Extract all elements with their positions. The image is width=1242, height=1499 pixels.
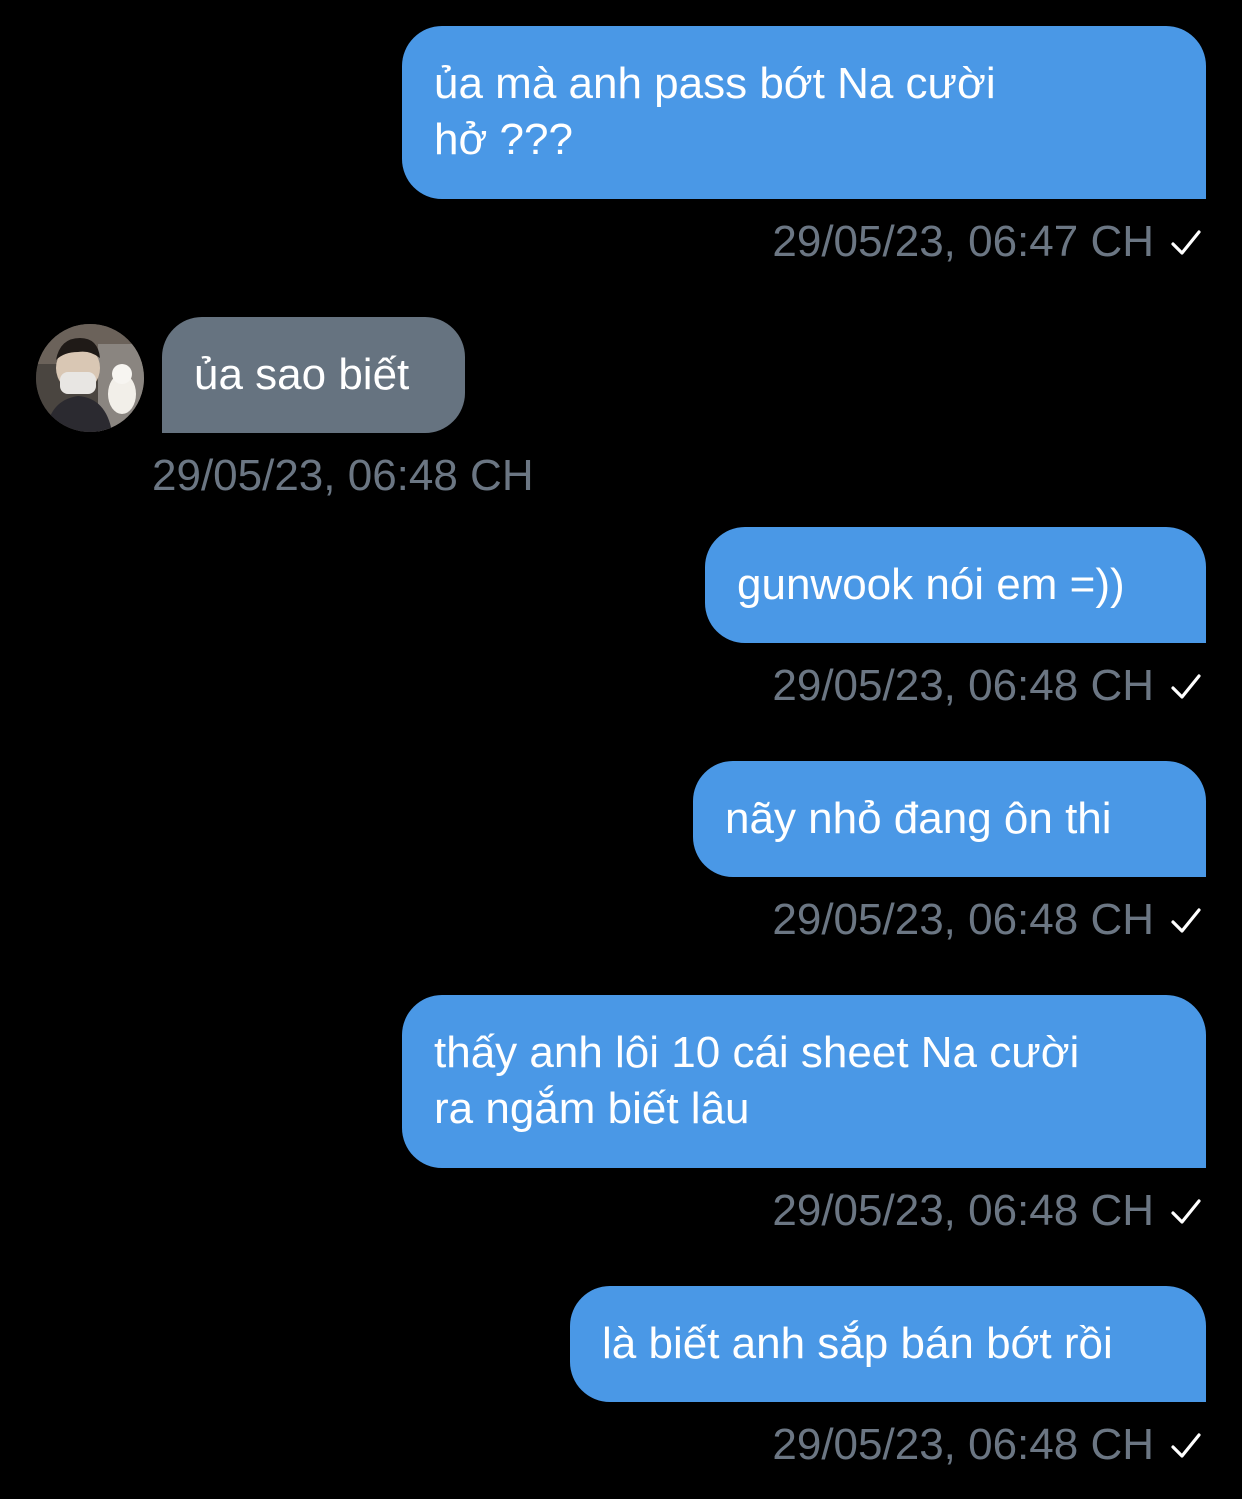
timestamp-text: 29/05/23, 06:48 CH: [772, 1186, 1154, 1235]
message-bubble-outgoing[interactable]: gunwook nói em =)): [705, 527, 1206, 643]
checkmark-icon: [1171, 1433, 1201, 1458]
avatar-photo-icon: [36, 324, 144, 432]
message-timestamp: 29/05/23, 06:48 CH: [772, 1186, 1202, 1236]
message-timestamp: 29/05/23, 06:48 CH: [152, 451, 534, 500]
checkmark-icon: [1171, 674, 1201, 699]
timestamp-text: 29/05/23, 06:48 CH: [772, 661, 1154, 710]
timestamp-text: 29/05/23, 06:48 CH: [772, 1420, 1154, 1469]
message-bubble-outgoing[interactable]: ủa mà anh pass bớt Na cười hở ???: [402, 26, 1206, 199]
message-bubble-outgoing[interactable]: thấy anh lôi 10 cái sheet Na cười ra ngắ…: [402, 995, 1206, 1168]
message-timestamp: 29/05/23, 06:48 CH: [772, 1420, 1202, 1470]
timestamp-text: 29/05/23, 06:48 CH: [772, 895, 1154, 944]
message-bubble-outgoing[interactable]: là biết anh sắp bán bớt rồi: [570, 1286, 1206, 1402]
message-timestamp: 29/05/23, 06:47 CH: [772, 217, 1202, 267]
checkmark-icon: [1171, 908, 1201, 933]
user-avatar[interactable]: [36, 324, 144, 432]
checkmark-icon: [1171, 1199, 1201, 1224]
message-timestamp: 29/05/23, 06:48 CH: [772, 895, 1202, 945]
message-bubble-incoming[interactable]: ủa sao biết: [162, 317, 465, 433]
timestamp-text: 29/05/23, 06:47 CH: [772, 217, 1154, 266]
checkmark-icon: [1171, 230, 1201, 255]
message-bubble-outgoing[interactable]: nãy nhỏ đang ôn thi: [693, 761, 1206, 877]
message-timestamp: 29/05/23, 06:48 CH: [772, 661, 1202, 711]
